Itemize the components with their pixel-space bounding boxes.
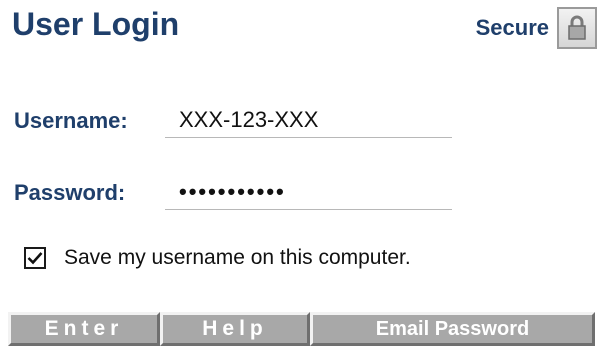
password-label: Password:: [14, 180, 126, 205]
secure-label: Secure: [475, 15, 549, 40]
remember-label: Save my username on this computer.: [64, 246, 411, 269]
action-buttons: Enter Help Email Password: [8, 312, 595, 346]
lock-icon: [557, 7, 597, 49]
remember-checkbox[interactable]: [24, 247, 46, 269]
username-label: Username:: [14, 108, 128, 133]
page-title: User Login: [12, 6, 180, 42]
username-input[interactable]: [165, 102, 452, 138]
password-input[interactable]: [165, 174, 452, 210]
checkmark-icon: [27, 252, 43, 265]
secure-indicator: Secure: [476, 4, 597, 52]
remember-username-row[interactable]: Save my username on this computer.: [24, 246, 411, 270]
enter-button[interactable]: Enter: [8, 312, 160, 346]
help-button[interactable]: Help: [160, 312, 310, 346]
email-password-button[interactable]: Email Password: [310, 312, 595, 346]
